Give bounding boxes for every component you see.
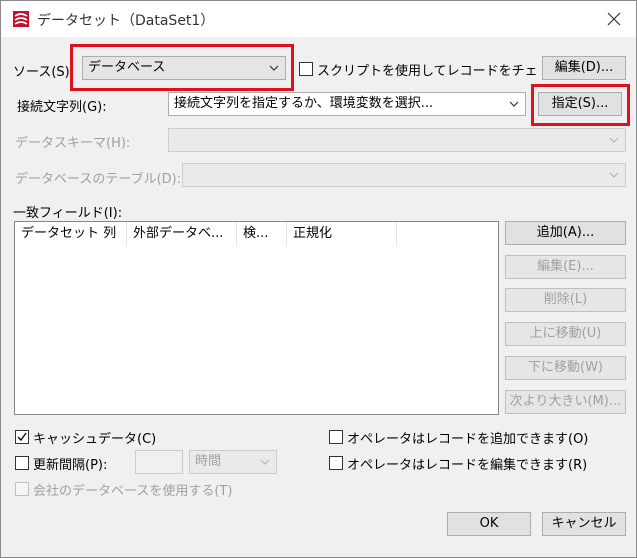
connection-select[interactable]: 接続文字列を指定するか、環境変数を選択... [168, 92, 526, 116]
update-interval-input [135, 450, 183, 474]
add-field-button[interactable]: 追加(A)... [505, 221, 626, 245]
chevron-down-icon [509, 101, 519, 107]
app-icon [13, 11, 29, 27]
chevron-down-icon [609, 137, 619, 143]
cache-data-checkbox[interactable] [15, 430, 29, 444]
operator-add-checkbox[interactable] [329, 430, 343, 444]
update-interval-unit-value: 時間 [195, 454, 222, 469]
close-icon[interactable] [604, 9, 624, 29]
move-down-button: 下に移動(W) [505, 356, 626, 380]
move-up-button: 上に移動(U) [505, 322, 626, 346]
window-title: データセット（DataSet1） [37, 13, 215, 29]
list-header: データセット 列 外部データベ... 検... 正規化 [15, 222, 498, 246]
specify-connection-button[interactable]: 指定(S)... [538, 92, 622, 116]
dialog-window: データセット（DataSet1） ソース(S): データベース スクリプトを使用… [0, 0, 637, 558]
matching-fields-label: 一致フィールド(I): [13, 206, 123, 221]
update-interval-checkbox[interactable] [15, 456, 29, 470]
chevron-down-icon [260, 459, 270, 465]
update-interval-label: 更新間隔(P): [33, 458, 108, 473]
column-header-search[interactable]: 検... [237, 222, 287, 246]
chevron-down-icon [269, 65, 279, 71]
table-label: データベースのテーブル(D): [15, 172, 182, 187]
connection-select-value: 接続文字列を指定するか、環境変数を選択... [174, 96, 434, 111]
use-company-db-label: 会社のデータベースを使用する(T) [33, 484, 233, 499]
delete-field-button: 削除(L) [505, 288, 626, 312]
matching-fields-list[interactable]: データセット 列 外部データベ... 検... 正規化 [14, 221, 499, 415]
operator-add-label: オペレータはレコードを追加できます(O) [347, 432, 589, 447]
checkmark-icon [17, 432, 27, 442]
source-select[interactable]: データベース [82, 56, 286, 80]
edit-field-button: 編集(E)... [505, 255, 626, 279]
source-label: ソース(S): [13, 65, 75, 80]
chevron-down-icon [609, 172, 619, 178]
source-select-value: データベース [88, 60, 166, 75]
column-header-normalize[interactable]: 正規化 [287, 222, 397, 246]
next-larger-button: 次より大きい(M)... [505, 390, 626, 414]
operator-edit-checkbox[interactable] [329, 456, 343, 470]
title-bar: データセット（DataSet1） [1, 1, 636, 37]
cache-data-label: キャッシュデータ(C) [33, 432, 157, 447]
script-check-label: スクリプトを使用してレコードをチェック( [317, 64, 539, 79]
schema-label: データスキーマ(H): [15, 136, 131, 151]
update-interval-unit-select: 時間 [189, 450, 277, 474]
table-select [182, 163, 626, 187]
connection-label: 接続文字列(G): [17, 100, 107, 115]
edit-source-button[interactable]: 編集(D)... [542, 56, 626, 80]
operator-edit-label: オペレータはレコードを編集できます(R) [347, 458, 588, 473]
use-company-db-checkbox [15, 482, 29, 496]
script-check-checkbox[interactable] [299, 62, 313, 76]
column-header-dataset-column[interactable]: データセット 列 [15, 222, 127, 246]
column-header-external-db[interactable]: 外部データベ... [127, 222, 237, 246]
ok-button[interactable]: OK [447, 512, 531, 536]
schema-select [168, 128, 626, 152]
cancel-button[interactable]: キャンセル [542, 512, 626, 536]
